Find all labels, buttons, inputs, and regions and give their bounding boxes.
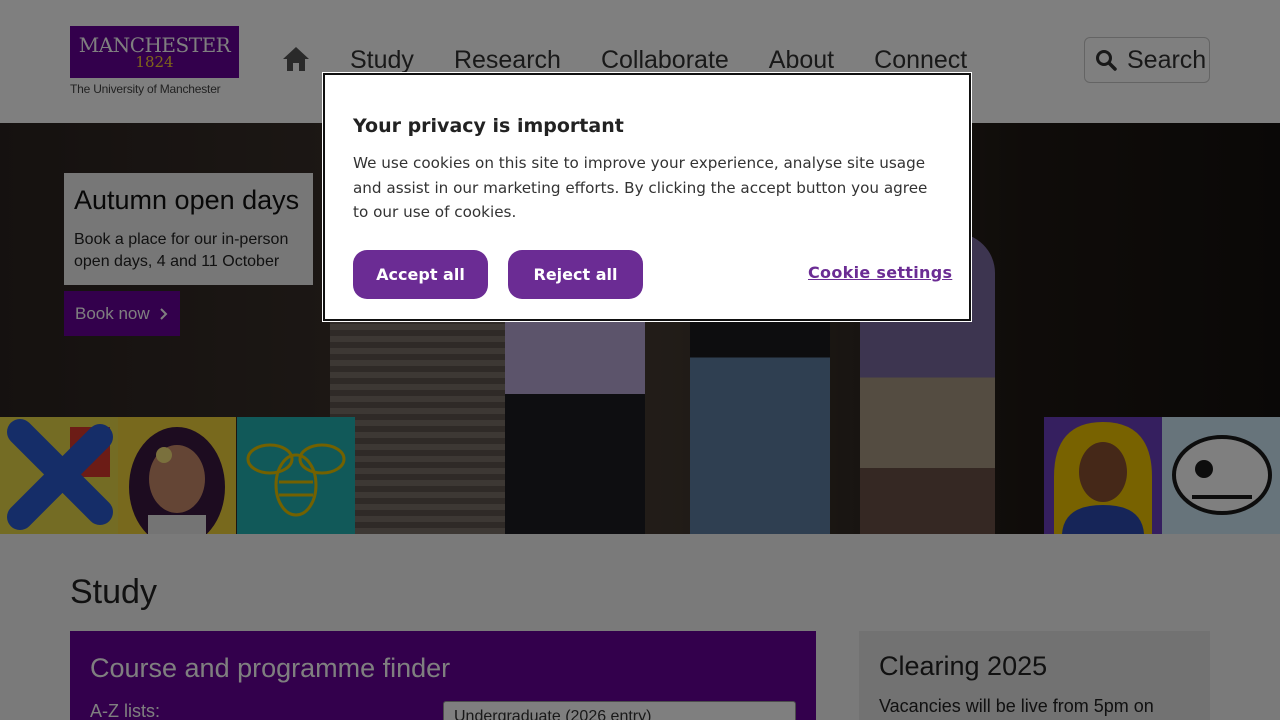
cookie-settings-link[interactable]: Cookie settings [808, 263, 952, 282]
reject-all-button[interactable]: Reject all [508, 250, 643, 299]
cookie-consent-dialog: Your privacy is important We use cookies… [322, 72, 972, 322]
cookie-dialog-title: Your privacy is important [353, 115, 624, 137]
accept-all-button[interactable]: Accept all [353, 250, 488, 299]
cookie-dialog-body: We use cookies on this site to improve y… [353, 154, 928, 221]
